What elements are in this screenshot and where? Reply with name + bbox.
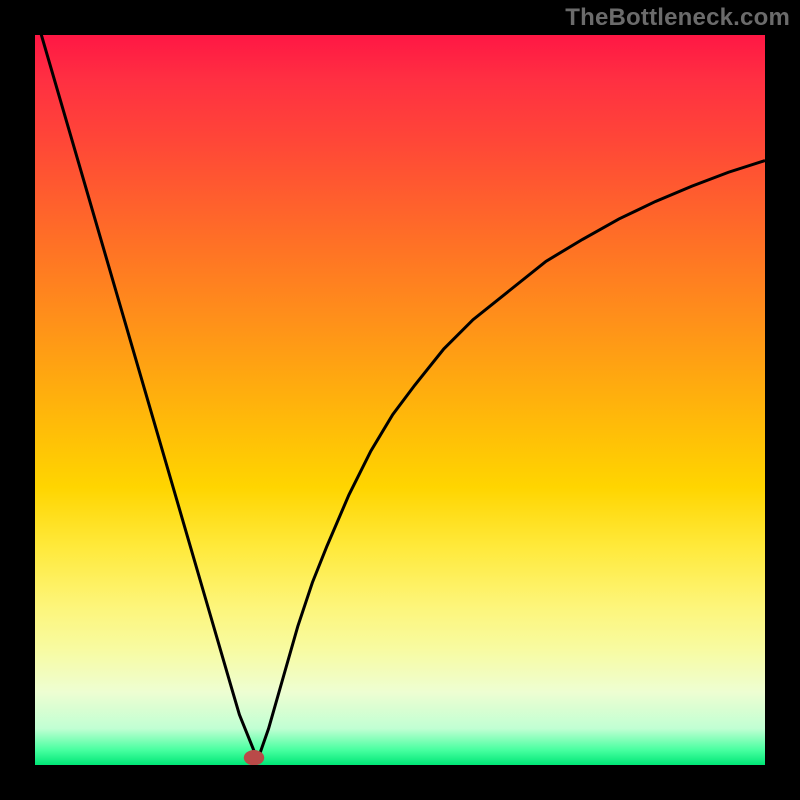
watermark-text: TheBottleneck.com xyxy=(565,4,790,32)
plot-area xyxy=(35,35,765,765)
chart-stage: TheBottleneck.com xyxy=(0,0,800,800)
bottleneck-curve xyxy=(35,35,765,760)
marker-dot xyxy=(244,750,264,765)
curve-layer xyxy=(35,35,765,765)
